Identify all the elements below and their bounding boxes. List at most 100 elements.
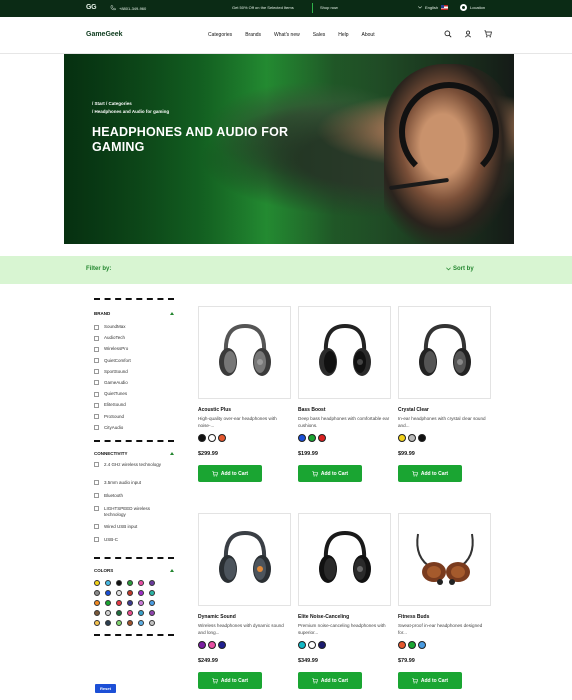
- cart-icon[interactable]: [484, 30, 492, 38]
- connectivity-option[interactable]: LIGHTSPEED wireless technology: [94, 506, 174, 524]
- color-swatch[interactable]: [127, 609, 133, 616]
- color-swatch[interactable]: [149, 599, 155, 606]
- brand-filter-header[interactable]: BRAND: [94, 311, 174, 316]
- filter-by-label[interactable]: Filter by:: [86, 266, 111, 272]
- product-color-swatch[interactable]: [298, 641, 306, 649]
- product-color-swatch[interactable]: [418, 641, 426, 649]
- reset-filters-button[interactable]: Reset: [95, 684, 116, 693]
- brand-option[interactable]: SoundMax: [94, 324, 174, 335]
- product-color-swatch[interactable]: [408, 434, 416, 442]
- color-swatch[interactable]: [116, 609, 122, 616]
- color-swatch[interactable]: [149, 579, 155, 586]
- checkbox[interactable]: [94, 346, 99, 352]
- color-swatch[interactable]: [105, 579, 111, 586]
- sort-by-dropdown[interactable]: Sort by: [446, 266, 474, 272]
- brand-option[interactable]: EliteSound: [94, 402, 174, 413]
- product-image[interactable]: [398, 513, 491, 606]
- connectivity-option[interactable]: USB-C: [94, 537, 174, 549]
- checkbox[interactable]: [94, 402, 99, 408]
- nav-item-about[interactable]: About: [362, 32, 375, 38]
- add-to-cart-button[interactable]: Add to Cart: [398, 672, 462, 689]
- product-image[interactable]: [398, 306, 491, 399]
- checkbox[interactable]: [94, 358, 99, 364]
- language-selector[interactable]: English: [418, 5, 449, 10]
- brand-option[interactable]: AudioTech: [94, 335, 174, 346]
- product-card[interactable]: Acoustic Plus High-quality over-ear headp…: [198, 306, 291, 482]
- add-to-cart-button[interactable]: Add to Cart: [198, 672, 262, 689]
- color-swatch[interactable]: [94, 619, 100, 626]
- product-name[interactable]: Acoustic Plus: [198, 407, 291, 413]
- product-color-swatch[interactable]: [318, 434, 326, 442]
- nav-item-categories[interactable]: Categories: [208, 32, 232, 38]
- user-icon[interactable]: [464, 30, 472, 38]
- checkbox[interactable]: [94, 524, 99, 530]
- product-color-swatch[interactable]: [208, 641, 216, 649]
- add-to-cart-button[interactable]: Add to Cart: [398, 465, 462, 482]
- product-card[interactable]: Bass Boost Deep bass headphones with comf…: [298, 306, 391, 482]
- product-card[interactable]: Crystal Clear In-ear headphones with crys…: [398, 306, 491, 482]
- checkbox[interactable]: [94, 462, 99, 468]
- product-color-swatch[interactable]: [218, 434, 226, 442]
- color-swatch[interactable]: [138, 589, 144, 596]
- search-icon[interactable]: [444, 30, 452, 38]
- connectivity-option[interactable]: 3.5mm audio input: [94, 480, 174, 493]
- checkbox[interactable]: [94, 506, 99, 512]
- color-swatch[interactable]: [116, 589, 122, 596]
- checkbox[interactable]: [94, 335, 99, 341]
- topbar-logo[interactable]: GG: [86, 4, 97, 11]
- checkbox[interactable]: [94, 380, 99, 386]
- brand-option[interactable]: CityAudio: [94, 425, 174, 436]
- colors-filter-header[interactable]: COLORS: [94, 568, 174, 573]
- color-swatch[interactable]: [138, 619, 144, 626]
- breadcrumb-current[interactable]: / Headphones and Audio for gaming: [92, 108, 169, 116]
- product-card[interactable]: Elite Noise-Canceling Premium noise-cance…: [298, 513, 391, 689]
- add-to-cart-button[interactable]: Add to Cart: [298, 672, 362, 689]
- product-color-swatch[interactable]: [218, 641, 226, 649]
- color-swatch[interactable]: [116, 579, 122, 586]
- color-swatch[interactable]: [149, 589, 155, 596]
- checkbox[interactable]: [94, 414, 99, 419]
- product-color-swatch[interactable]: [308, 641, 316, 649]
- checkbox[interactable]: [94, 324, 99, 330]
- add-to-cart-button[interactable]: Add to Cart: [198, 465, 262, 482]
- checkbox[interactable]: [94, 369, 99, 375]
- color-swatch[interactable]: [116, 619, 122, 626]
- nav-item-whats-new[interactable]: What's new: [274, 32, 300, 38]
- product-name[interactable]: Dynamic Sound: [198, 614, 291, 620]
- color-swatch[interactable]: [138, 579, 144, 586]
- product-image[interactable]: [198, 306, 291, 399]
- product-color-swatch[interactable]: [198, 434, 206, 442]
- brand-option[interactable]: QuietTunes: [94, 391, 174, 402]
- checkbox[interactable]: [94, 391, 99, 397]
- brand-option[interactable]: WirelessPro: [94, 346, 174, 357]
- product-image[interactable]: [298, 306, 391, 399]
- color-swatch[interactable]: [127, 589, 133, 596]
- add-to-cart-button[interactable]: Add to Cart: [298, 465, 362, 482]
- color-swatch[interactable]: [94, 609, 100, 616]
- product-color-swatch[interactable]: [398, 434, 406, 442]
- product-name[interactable]: Fitness Buds: [398, 614, 491, 620]
- checkbox[interactable]: [94, 537, 99, 543]
- brand-option[interactable]: QuietComfort: [94, 358, 174, 369]
- product-color-swatch[interactable]: [198, 641, 206, 649]
- product-color-swatch[interactable]: [208, 434, 216, 442]
- product-color-swatch[interactable]: [418, 434, 426, 442]
- color-swatch[interactable]: [94, 589, 100, 596]
- color-swatch[interactable]: [149, 609, 155, 616]
- brand-option[interactable]: GameAudio: [94, 380, 174, 391]
- color-swatch[interactable]: [94, 599, 100, 606]
- product-color-swatch[interactable]: [308, 434, 316, 442]
- product-name[interactable]: Elite Noise-Canceling: [298, 614, 391, 620]
- product-card[interactable]: Fitness Buds Sweat-proof in-ear headphone…: [398, 513, 491, 689]
- product-name[interactable]: Bass Boost: [298, 407, 391, 413]
- product-color-swatch[interactable]: [408, 641, 416, 649]
- color-swatch[interactable]: [127, 579, 133, 586]
- shop-now-link[interactable]: Shop now: [320, 5, 338, 10]
- connectivity-option[interactable]: Wired USB input: [94, 524, 174, 537]
- product-name[interactable]: Crystal Clear: [398, 407, 491, 413]
- color-swatch[interactable]: [105, 619, 111, 626]
- product-image[interactable]: [298, 513, 391, 606]
- nav-item-sales[interactable]: Sales: [313, 32, 326, 38]
- color-swatch[interactable]: [105, 599, 111, 606]
- connectivity-filter-header[interactable]: CONNECTIVITY: [94, 451, 174, 456]
